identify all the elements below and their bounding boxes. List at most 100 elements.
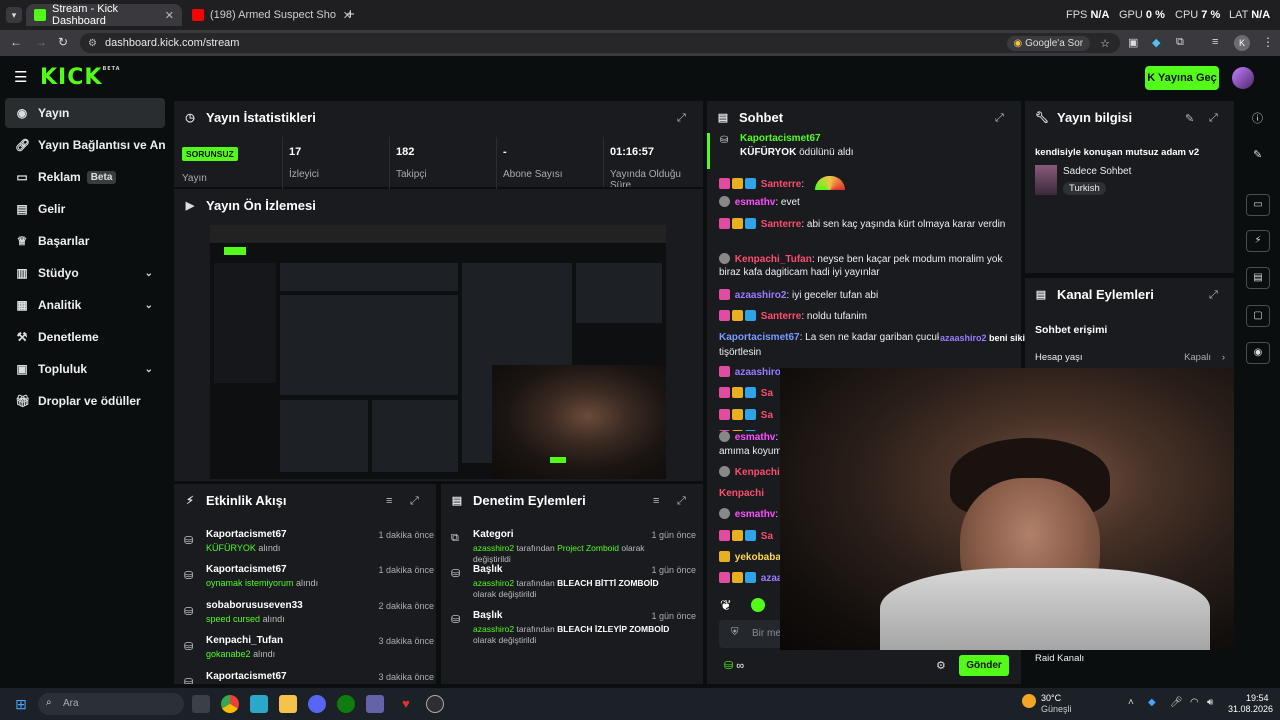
expand-icon[interactable]: ⤢	[995, 112, 1004, 125]
studio-icon: ▥	[16, 266, 28, 280]
crown-icon	[732, 178, 743, 189]
send-button[interactable]: Gönder	[959, 655, 1009, 676]
expand-icon[interactable]: ⤢	[1209, 112, 1218, 125]
sidebar-item-basarilar[interactable]: ♕ Başarılar	[5, 226, 165, 256]
badge-icon	[719, 431, 730, 442]
sidebar-item-reklam[interactable]: ▭ Reklam Beta	[5, 162, 165, 192]
list-item: ⧉ Kategori 1 gün önce azasshiro2 tarafın…	[451, 529, 696, 564]
taskbar-search[interactable]: ⌕ Ara	[38, 693, 184, 715]
tab-close-icon[interactable]: ✕	[165, 9, 174, 22]
forward-icon[interactable]: →	[35, 35, 47, 49]
filter-icon[interactable]: ≡	[386, 495, 392, 507]
teams-icon[interactable]	[366, 695, 384, 713]
url-text[interactable]: dashboard.kick.com/stream	[105, 37, 240, 49]
badge-icon	[719, 508, 730, 519]
raid-channel-label[interactable]: Raid Kanalı	[1035, 653, 1084, 664]
back-icon[interactable]: ←	[10, 35, 22, 49]
video-layout-icon[interactable]: ▭	[1246, 194, 1270, 216]
panel-title: ▤ Kanal Eylemleri	[1035, 287, 1154, 302]
expand-icon[interactable]: ⤢	[677, 112, 686, 125]
site-info-icon[interactable]: ⚙	[88, 38, 97, 49]
sidebar: ◉Yayın 🔗︎Yayın Bağlantısı ve Anahtarı ▭R…	[0, 98, 170, 688]
panel-title: 🔧︎ Yayın bilgisi	[1035, 110, 1133, 125]
windows-start-icon[interactable]: ⊞	[12, 695, 30, 713]
sidebar-item-topluluk[interactable]: ▣ Topluluk ⌄	[5, 354, 165, 384]
account-age-row[interactable]: Hesap yaşı Kapalı ›	[1035, 352, 1225, 363]
sidebar-item-studyo[interactable]: ▥ Stüdyo ⌄	[5, 258, 165, 288]
edit-pencil-icon[interactable]: ✎	[1253, 148, 1262, 161]
xbox-icon[interactable]	[337, 695, 355, 713]
panel-title: ▤ Denetim Eylemleri	[451, 493, 586, 508]
address-bar[interactable]: ⚙ dashboard.kick.com/stream ◉ Google'a S…	[80, 33, 1120, 53]
sidebar-item-analitik[interactable]: ▦ Analitik ⌄	[5, 290, 165, 320]
search-icon: ⌕	[46, 697, 52, 708]
list-item: ⛁ Kenpachi_Tufan gokanabe2 alındı 3 daki…	[184, 635, 434, 659]
edit-icon[interactable]: ✎	[1185, 112, 1194, 125]
sidebar-item-gelir[interactable]: ▤ Gelir	[5, 194, 165, 224]
obs-icon[interactable]	[426, 695, 444, 713]
chat-panel-icon[interactable]: ▢	[1246, 305, 1270, 327]
wifi-icon[interactable]: ◠	[1190, 697, 1199, 708]
filter-icon[interactable]: ≡	[653, 495, 659, 507]
lightning-icon[interactable]: ⚡︎	[1246, 230, 1270, 252]
wallet-icon: ▤	[16, 202, 28, 216]
record-icon[interactable]: ◉	[1246, 342, 1270, 364]
bookmark-star-icon[interactable]: ☆	[1100, 37, 1110, 50]
weather-icon[interactable]	[1022, 694, 1036, 708]
volume-icon[interactable]: 🔊︎	[1207, 697, 1213, 708]
verified-icon	[745, 310, 756, 321]
menu-list-icon[interactable]: ≡	[1212, 36, 1218, 48]
tab-kick-dashboard[interactable]: Stream - Kick Dashboard ✕	[26, 3, 182, 27]
google-ask-button[interactable]: ◉ Google'a Sor	[1006, 35, 1091, 51]
wrench-icon: 🔧︎	[1035, 112, 1049, 124]
chevron-up-icon[interactable]: ˄	[1128, 697, 1134, 708]
emote-icon[interactable]: ❦	[720, 597, 732, 614]
chrome-icon[interactable]	[221, 695, 239, 713]
category-name: Sadece Sohbet	[1063, 166, 1132, 177]
stream-preview-video[interactable]	[210, 225, 666, 479]
app-icon[interactable]	[250, 695, 268, 713]
kick-emote-icon[interactable]	[751, 598, 765, 612]
app-pin-icon[interactable]: ♥	[397, 695, 415, 713]
expand-icon[interactable]: ⤢	[410, 495, 419, 508]
hamburger-menu-icon[interactable]: ☰	[14, 68, 27, 86]
tray-app-icon[interactable]: ◆	[1148, 697, 1156, 708]
info-icon[interactable]: ⓘ	[1252, 110, 1263, 126]
list-item: ⛁ Kaportacismet67 oynamak istemiyorum al…	[184, 564, 434, 588]
reload-icon[interactable]: ↻	[58, 35, 68, 49]
go-live-button[interactable]: K Yayına Geç	[1145, 66, 1219, 90]
ad-icon: ▭	[16, 170, 28, 184]
points-icon[interactable]: ⛁ ∞	[724, 659, 744, 672]
badge-icon	[719, 466, 730, 477]
file-explorer-icon[interactable]	[279, 695, 297, 713]
stat-subscribers: - Abone Sayısı	[496, 137, 596, 189]
kick-logo[interactable]: KICKBETA	[40, 65, 121, 90]
discord-icon[interactable]	[308, 695, 326, 713]
badge-icon	[719, 572, 730, 583]
user-avatar[interactable]	[1232, 67, 1254, 89]
tab-youtube[interactable]: (198) Armed Suspect Shot After ✕	[184, 4, 360, 26]
list-panel-icon[interactable]: ▤	[1246, 267, 1270, 289]
sidebar-item-denetleme[interactable]: ⚒ Denetleme	[5, 322, 165, 352]
document-icon: ▤	[1035, 289, 1047, 301]
chevron-down-icon: ⌄	[144, 299, 153, 311]
browser-menu-icon[interactable]: ⋮	[1262, 35, 1274, 49]
profile-avatar[interactable]: K	[1234, 35, 1250, 51]
pinned-username[interactable]: Kaportacismet67	[740, 133, 821, 144]
puzzle-icon[interactable]: ⧉	[1176, 36, 1184, 49]
chat-settings-icon[interactable]: ⚙	[936, 659, 946, 672]
preview-webcam-person	[492, 365, 666, 479]
sidebar-item-yayin[interactable]: ◉ Yayın	[5, 98, 165, 128]
task-view-icon[interactable]	[192, 695, 210, 713]
sidebar-item-droplar[interactable]: 🎁︎ Droplar ve ödüller	[5, 386, 165, 416]
extension-icon[interactable]: ◆	[1152, 36, 1160, 49]
sidebar-item-stream-key[interactable]: 🔗︎Yayın Bağlantısı ve Anahtarı	[5, 130, 165, 160]
microphone-icon[interactable]: 🎤︎	[1170, 697, 1183, 708]
expand-icon[interactable]: ⤢	[677, 495, 686, 508]
extension-icon[interactable]: ▣	[1128, 36, 1138, 49]
preview-mini-preview	[280, 295, 458, 395]
tab-search-chevron-icon[interactable]: ▾	[6, 7, 22, 23]
trophy-icon: ♕	[16, 234, 28, 248]
expand-icon[interactable]: ⤢	[1209, 289, 1218, 302]
new-tab-button[interactable]: +	[346, 6, 355, 23]
